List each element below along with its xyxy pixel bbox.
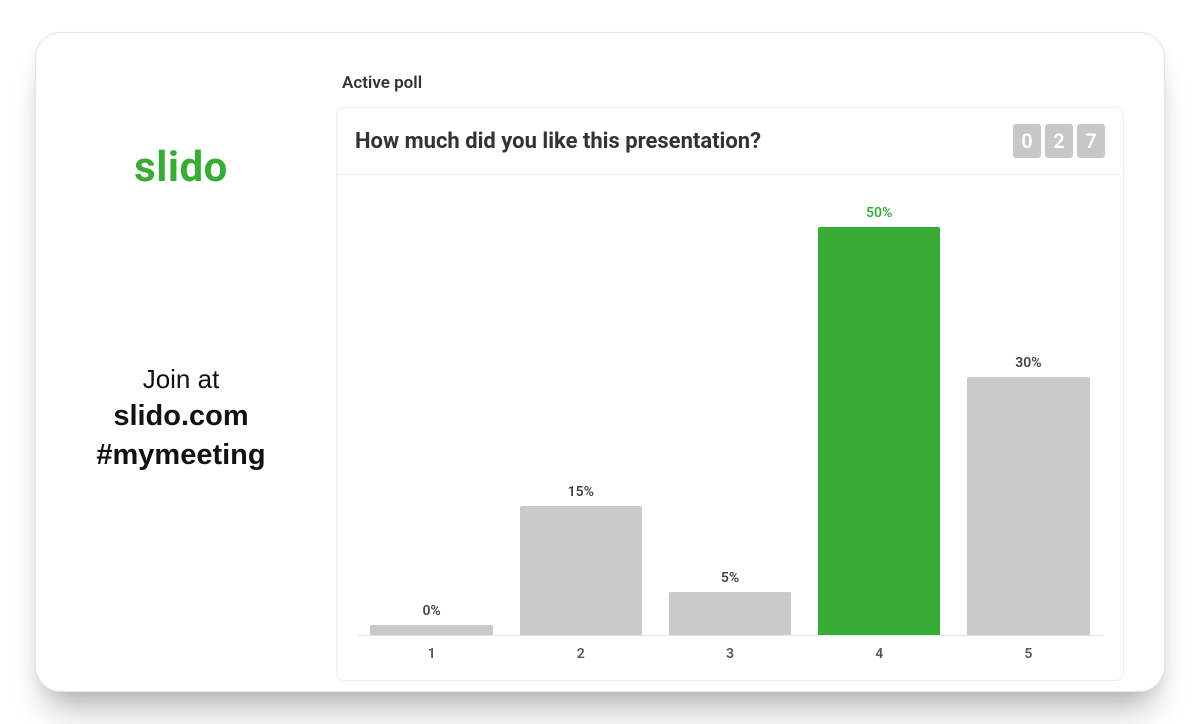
bar-top: 15% (506, 205, 655, 635)
bar-category-label: 4 (805, 635, 954, 680)
poll-card-header: How much did you like this presentation?… (337, 108, 1123, 175)
bar (669, 592, 791, 635)
bar (370, 625, 492, 635)
bar-value-label: 5% (721, 570, 739, 586)
bar-category-label: 3 (655, 635, 804, 680)
counter-digit: 7 (1077, 124, 1105, 158)
bar-top: 5% (655, 205, 804, 635)
bar (520, 506, 642, 635)
bar-column: 0% 1 (357, 205, 506, 680)
bar-top: 30% (954, 205, 1103, 635)
join-line-2: slido.com (96, 397, 265, 436)
poll-card: How much did you like this presentation?… (336, 107, 1124, 681)
bar-top: 50% (805, 205, 954, 635)
join-instructions: Join at slido.com #mymeeting (96, 362, 265, 475)
counter-digit: 2 (1045, 124, 1073, 158)
sidebar: slido Join at slido.com #mymeeting (36, 33, 326, 691)
counter-digit: 0 (1013, 124, 1041, 158)
bar-chart: 0% 1 15% 2 5% 3 50% 4 30% 5 (337, 175, 1123, 680)
bar-category-label: 5 (954, 635, 1103, 680)
bar-column: 5% 3 (655, 205, 804, 680)
bar (818, 227, 940, 635)
bar-value-label: 15% (568, 484, 594, 500)
bar-value-label: 0% (422, 603, 440, 619)
presentation-frame: slido Join at slido.com #mymeeting Activ… (35, 32, 1165, 692)
bar-column: 15% 2 (506, 205, 655, 680)
bar (967, 377, 1089, 635)
section-label: Active poll (342, 73, 1124, 93)
bar-category-label: 2 (506, 635, 655, 680)
poll-question: How much did you like this presentation? (355, 129, 761, 154)
bar-value-label: 30% (1015, 355, 1041, 371)
main-panel: Active poll How much did you like this p… (326, 33, 1164, 691)
join-line-1: Join at (96, 362, 265, 397)
vote-counter: 0 2 7 (1013, 124, 1105, 158)
bar-column: 50% 4 (805, 205, 954, 680)
join-line-3: #mymeeting (96, 436, 265, 475)
bar-top: 0% (357, 205, 506, 635)
bar-column: 30% 5 (954, 205, 1103, 680)
bar-value-label: 50% (866, 205, 892, 221)
bar-category-label: 1 (357, 635, 506, 680)
slido-logo: slido (134, 143, 228, 192)
